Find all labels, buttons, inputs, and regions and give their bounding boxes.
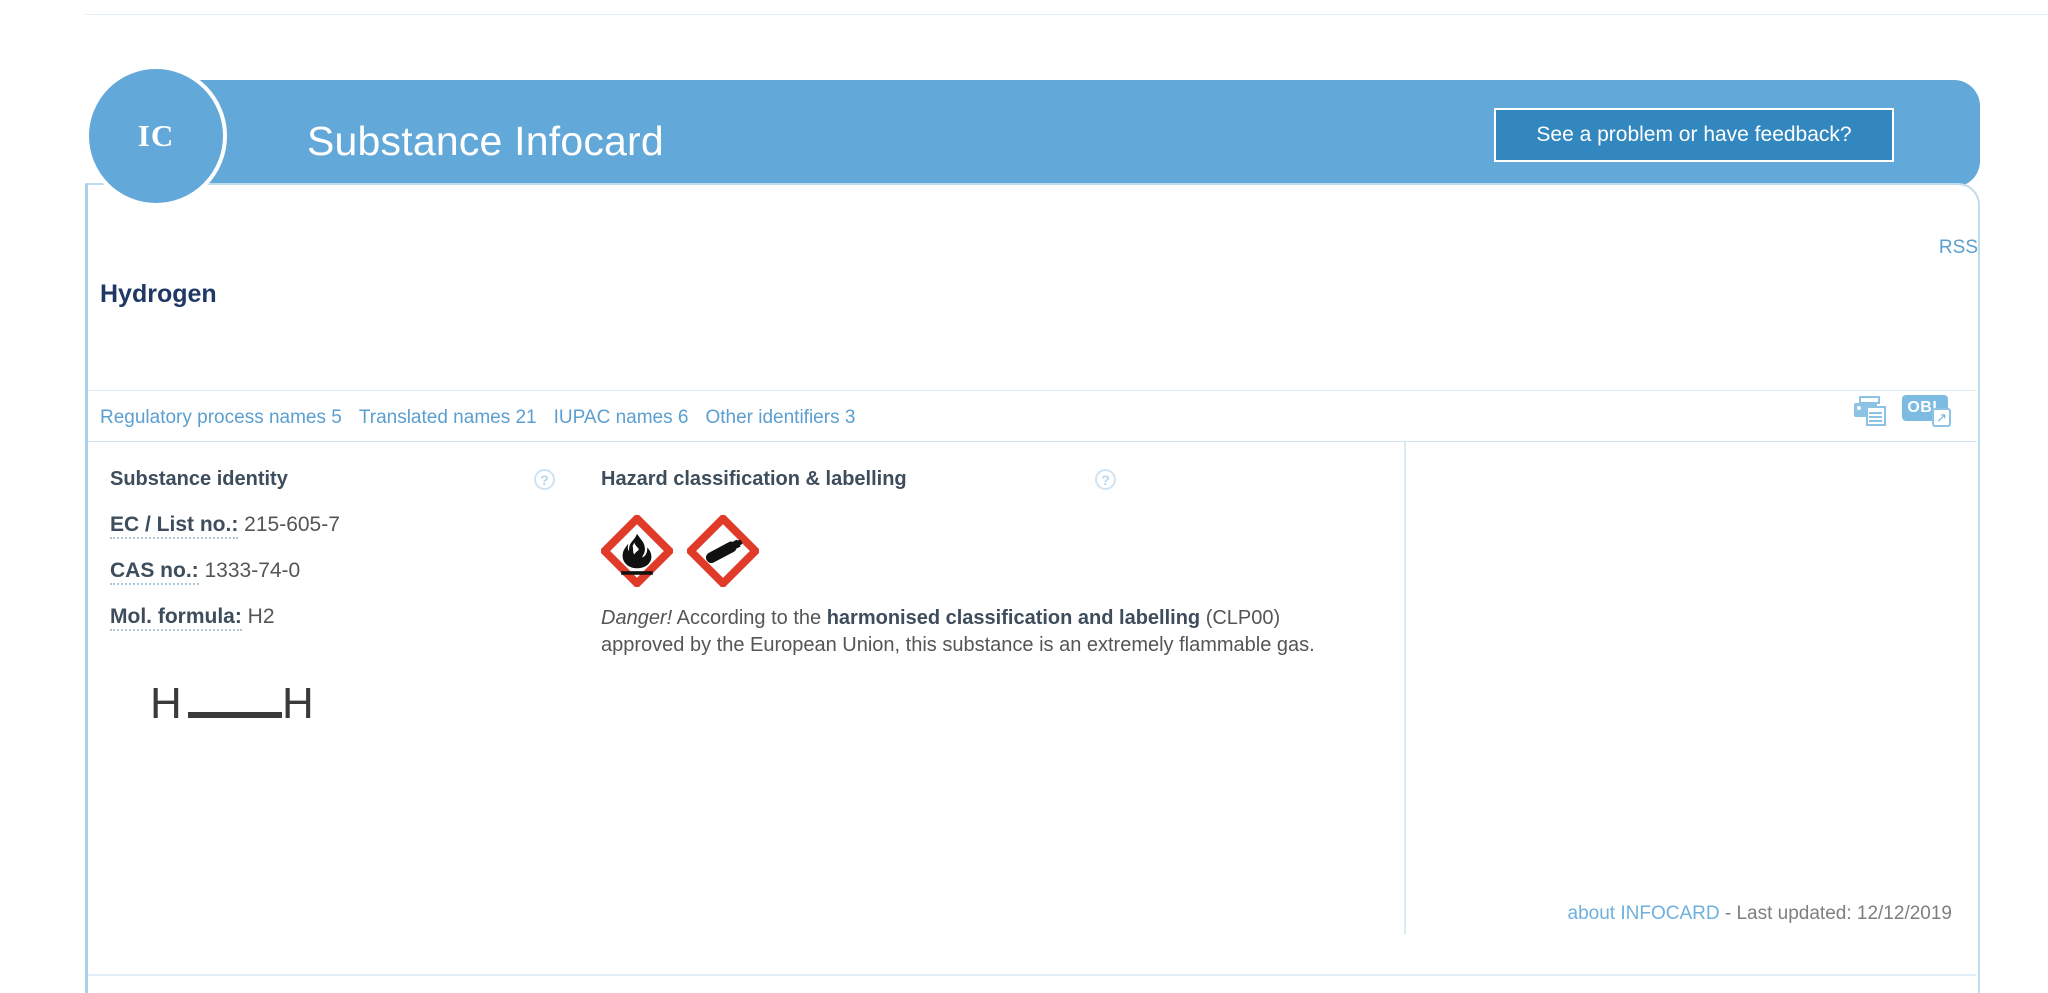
identity-value-cas-no: 1333-74-0: [198, 559, 301, 582]
obl-icon[interactable]: OBL ↗: [1902, 395, 1956, 427]
ghs-pictogram-list: [601, 515, 1361, 587]
names-rule-top: [88, 390, 1976, 391]
hazard-signal-word: Danger!: [601, 607, 673, 629]
last-updated-text: - Last updated: 12/12/2019: [1719, 903, 1952, 924]
identity-row-mol-formula: Mol. formula: H2: [110, 605, 580, 631]
identity-label-mol-formula[interactable]: Mol. formula:: [110, 605, 242, 631]
identity-label-cas-no[interactable]: CAS no.:: [110, 559, 199, 585]
infocard-badge-label: IC: [137, 118, 175, 153]
printer-icon-line-3: [1869, 420, 1882, 422]
hazard-heading-text: Hazard classification & labelling: [601, 468, 907, 490]
link-regulatory-process-names[interactable]: Regulatory process names 5: [100, 407, 342, 429]
molecular-structure-diagram: H H: [150, 679, 380, 759]
hazard-statement-part1: According to the: [672, 607, 827, 629]
hazard-heading: Hazard classification & labelling ?: [601, 468, 1361, 491]
infocard-badge: IC: [85, 65, 227, 207]
ghs02-flammable-pictogram: [601, 515, 673, 587]
identity-row-cas-no: CAS no.: 1333-74-0: [110, 559, 580, 585]
card-bottom-rule: [88, 974, 1976, 976]
infocard-right-column: [1404, 442, 1966, 934]
substance-infocard: Substance Infocard See a problem or have…: [85, 65, 1980, 993]
external-link-icon: ↗: [1932, 408, 1951, 427]
feedback-button[interactable]: See a problem or have feedback?: [1494, 108, 1894, 162]
rss-link[interactable]: RSS: [1939, 237, 1978, 259]
link-translated-names[interactable]: Translated names 21: [359, 407, 537, 429]
tool-icons: OBL ↗: [1854, 395, 1956, 427]
printer-icon-dot: [1857, 406, 1861, 410]
about-infocard-link[interactable]: about INFOCARD: [1568, 903, 1720, 924]
printer-icon[interactable]: [1854, 396, 1888, 426]
identity-label-ec-list-no[interactable]: EC / List no.:: [110, 513, 239, 539]
hazard-statement-text: Danger! According to the harmonised clas…: [601, 605, 1341, 658]
infocard-header-bar: Substance Infocard See a problem or have…: [112, 80, 1980, 187]
atom-label-left: H: [150, 679, 182, 728]
infocard-meta: about INFOCARD - Last updated: 12/12/201…: [1568, 903, 1952, 925]
substance-name: Hydrogen: [100, 280, 217, 308]
identity-value-mol-formula: H2: [241, 605, 275, 628]
name-links-row: Regulatory process names 5 Translated na…: [100, 407, 855, 429]
infocard-content: Substance identity ? EC / List no.: 215-…: [88, 442, 1976, 936]
atom-label-right: H: [282, 679, 314, 728]
page-title: Substance Infocard: [307, 118, 664, 164]
bond-line: [188, 712, 282, 718]
substance-identity-heading: Substance identity ?: [110, 468, 580, 491]
help-icon-hazard[interactable]: ?: [1095, 469, 1116, 490]
infocard-body: RSS Hydrogen Regulatory process names 5 …: [85, 183, 1980, 993]
substance-identity-heading-text: Substance identity: [110, 468, 288, 490]
substance-identity-section: Substance identity ? EC / List no.: 215-…: [110, 442, 580, 728]
link-iupac-names[interactable]: IUPAC names 6: [554, 407, 689, 429]
printer-icon-line-1: [1869, 412, 1882, 414]
hazard-statement-bold: harmonised classification and labelling: [826, 607, 1201, 629]
printer-icon-line-2: [1869, 416, 1882, 418]
page-top-rule: [85, 14, 2048, 15]
identity-value-ec-list-no: 215-605-7: [238, 513, 340, 536]
hazard-classification-section: Hazard classification & labelling ? Dang…: [601, 442, 1361, 658]
link-other-identifiers[interactable]: Other identifiers 3: [705, 407, 855, 429]
help-icon-substance-identity[interactable]: ?: [534, 469, 555, 490]
identity-row-ec-list-no: EC / List no.: 215-605-7: [110, 513, 580, 539]
ghs04-gas-cylinder-pictogram: [687, 515, 759, 587]
